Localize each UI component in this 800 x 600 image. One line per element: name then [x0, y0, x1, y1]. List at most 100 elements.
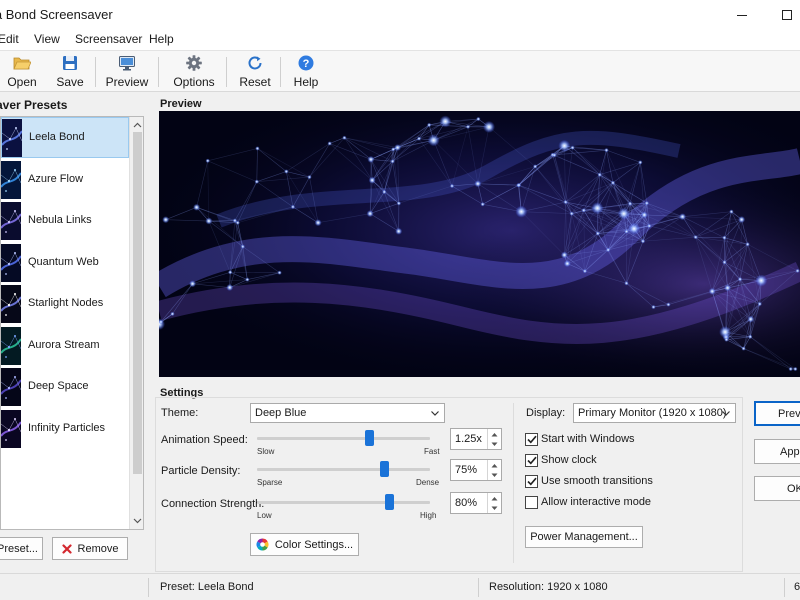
connection-strength-min-label: Low	[257, 511, 272, 520]
save-button[interactable]: Save	[55, 54, 85, 90]
slider-track	[257, 437, 430, 440]
presets-panel-title: aver Presets	[0, 98, 68, 112]
apply-button[interactable]: App	[754, 439, 800, 464]
list-item[interactable]: Aurora Stream	[1, 326, 129, 367]
preset-thumbnail	[1, 285, 21, 323]
menu-screensaver[interactable]: Screensaver	[75, 32, 142, 46]
preview-button[interactable]: Preview	[106, 54, 148, 90]
connection-strength-max-label: High	[420, 511, 437, 520]
slider-handle[interactable]	[380, 461, 389, 477]
checkbox[interactable]	[525, 454, 538, 467]
minimize-button[interactable]	[722, 0, 762, 30]
spin-down-icon[interactable]	[488, 503, 501, 513]
theme-value: Deep Blue	[255, 407, 307, 419]
preset-thumbnail	[1, 243, 21, 282]
spin-down-icon[interactable]	[488, 439, 501, 449]
help-button[interactable]: ? Help	[291, 54, 321, 90]
menu-help[interactable]: Help	[149, 32, 174, 46]
scroll-up-arrow-icon[interactable]	[133, 121, 142, 130]
maximize-button[interactable]	[767, 0, 800, 30]
apply-label: App	[780, 445, 800, 458]
checkbox[interactable]	[525, 433, 538, 446]
title-bar: la Bond Screensaver	[0, 0, 800, 30]
display-dropdown[interactable]: Primary Monitor (1920 x 1080)	[573, 403, 736, 423]
checkmark-icon	[526, 477, 537, 486]
remove-preset-button[interactable]: Remove	[52, 537, 128, 560]
toolbar-separator	[95, 57, 96, 87]
options-button[interactable]: Options	[172, 54, 216, 90]
toolbar-separator	[158, 57, 159, 87]
open-label: Open	[7, 75, 37, 89]
checkbox-row[interactable]: Start with Windows	[525, 432, 725, 448]
checkbox-row[interactable]: Allow interactive mode	[525, 495, 725, 511]
list-item[interactable]: Leela Bond	[1, 117, 129, 158]
checkbox[interactable]	[525, 496, 538, 509]
animation-speed-spinbox[interactable]: 1.25x	[450, 428, 502, 450]
spin-up-icon[interactable]	[488, 493, 501, 503]
theme-dropdown[interactable]: Deep Blue	[250, 403, 445, 423]
checkbox-row[interactable]: Use smooth transitions	[525, 474, 725, 490]
status-separator	[784, 578, 785, 597]
toolbar: Open Save Preview Options Reset ? Help	[0, 50, 800, 92]
particle-density-slider[interactable]	[257, 461, 430, 477]
options-label: Options	[173, 75, 215, 89]
add-preset-button[interactable]: d Preset...	[0, 537, 43, 560]
color-settings-button[interactable]: Color Settings...	[250, 533, 359, 556]
ok-button[interactable]: OK	[754, 476, 800, 501]
status-separator	[148, 578, 149, 597]
svg-text:?: ?	[303, 58, 310, 70]
animation-speed-slider[interactable]	[257, 430, 430, 446]
checkbox[interactable]	[525, 475, 538, 488]
presets-panel: aver Presets Leela Bond Azure Flow Nebula …	[0, 93, 148, 573]
open-button[interactable]: Open	[6, 54, 38, 90]
list-item-label: Quantum Web	[28, 255, 99, 268]
preview-section-title: Preview	[160, 98, 202, 110]
checkmark-icon	[526, 456, 537, 465]
menu-view[interactable]: View	[34, 32, 60, 46]
checkbox-row[interactable]: Show clock	[525, 453, 725, 469]
animation-speed-value: 1.25x	[455, 433, 482, 445]
connection-strength-value: 80%	[455, 497, 478, 509]
spin-down-icon[interactable]	[488, 470, 501, 480]
reset-button[interactable]: Reset	[238, 54, 272, 90]
animation-speed-min-label: Slow	[257, 447, 275, 456]
power-management-button[interactable]: Power Management...	[525, 526, 643, 548]
spin-up-icon[interactable]	[488, 460, 501, 470]
chevron-down-icon	[722, 411, 730, 416]
preset-thumbnail	[1, 368, 21, 406]
menu-edit[interactable]: Edit	[0, 32, 19, 46]
connection-strength-label: Connection Strength:	[161, 498, 265, 510]
presets-scrollbar[interactable]	[129, 117, 143, 529]
list-item-label: Deep Space	[28, 380, 89, 392]
reset-label: Reset	[239, 75, 271, 89]
connection-strength-spinbox[interactable]: 80%	[450, 492, 502, 514]
status-preset: Preset: Leela Bond	[160, 581, 254, 593]
remove-preset-label: Remove	[77, 542, 119, 555]
spin-up-icon[interactable]	[488, 429, 501, 439]
particle-density-max-label: Dense	[416, 478, 440, 487]
preview-dialog-button[interactable]: Previ	[754, 401, 800, 426]
slider-track	[257, 468, 430, 471]
display-value: Primary Monitor (1920 x 1080)	[578, 407, 727, 419]
slider-handle[interactable]	[384, 494, 394, 510]
list-item[interactable]: Infinity Particles	[1, 409, 129, 450]
preset-thumbnail	[2, 119, 22, 157]
status-resolution: Resolution: 1920 x 1080	[489, 581, 608, 593]
list-item[interactable]: Quantum Web	[1, 243, 129, 284]
slider-handle[interactable]	[365, 430, 375, 446]
list-item[interactable]: Azure Flow	[1, 160, 129, 201]
preview-canvas	[159, 111, 800, 377]
list-item[interactable]: Starlight Nodes	[1, 284, 129, 325]
particle-density-spinbox[interactable]: 75%	[450, 459, 502, 481]
list-item[interactable]: Deep Space	[1, 367, 129, 408]
list-item[interactable]: Nebula Links	[1, 201, 129, 242]
connection-strength-slider[interactable]	[257, 494, 430, 510]
preset-thumbnail	[1, 202, 21, 240]
preview-dialog-label: Previ	[778, 407, 800, 420]
preview-label: Preview	[105, 75, 149, 89]
preset-thumbnail	[1, 409, 21, 448]
save-label: Save	[56, 75, 84, 89]
scrollbar-thumb[interactable]	[133, 132, 142, 474]
scroll-down-arrow-icon[interactable]	[133, 516, 142, 525]
animation-speed-label: Animation Speed:	[161, 434, 248, 446]
